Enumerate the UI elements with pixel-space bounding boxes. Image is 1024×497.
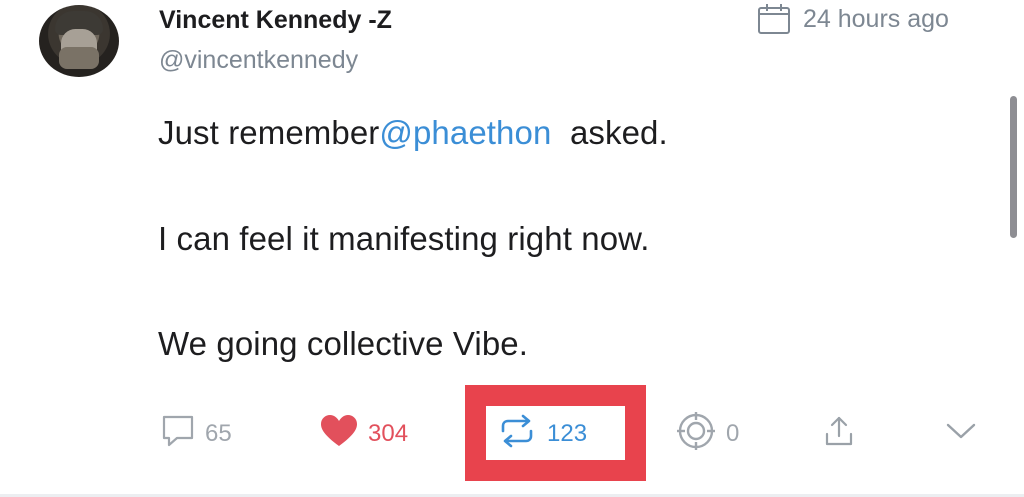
post-line-1: Just remember@phaethon asked. bbox=[158, 114, 668, 152]
heart-icon bbox=[320, 414, 358, 455]
avatar[interactable] bbox=[39, 5, 119, 77]
post-line-3: We going collective Vibe. bbox=[158, 325, 528, 362]
author-handle[interactable]: @vincentkennedy bbox=[159, 46, 358, 75]
mention-link[interactable]: @phaethon bbox=[379, 114, 551, 151]
like-button[interactable]: 304 bbox=[320, 414, 408, 454]
reply-button[interactable]: 65 bbox=[161, 414, 232, 454]
avatar-mask bbox=[59, 47, 99, 69]
timestamp: 24 hours ago bbox=[757, 3, 949, 35]
target-button[interactable]: 0 bbox=[676, 411, 740, 454]
scrollbar[interactable] bbox=[1010, 96, 1017, 238]
target-icon bbox=[676, 411, 716, 458]
post-line-2: I can feel it manifesting right now. bbox=[158, 220, 650, 257]
target-count: 0 bbox=[726, 420, 740, 447]
share-icon bbox=[823, 414, 855, 455]
post-line-1-prefix: Just remember bbox=[158, 114, 380, 151]
timestamp-text: 24 hours ago bbox=[803, 4, 949, 33]
calendar-icon bbox=[757, 3, 791, 35]
reply-icon bbox=[161, 414, 195, 455]
chevron-down-icon bbox=[945, 420, 977, 448]
reply-count: 65 bbox=[205, 420, 232, 447]
like-count: 304 bbox=[368, 420, 409, 447]
more-button[interactable] bbox=[945, 414, 977, 454]
author-name[interactable]: Vincent Kennedy -Z bbox=[159, 6, 392, 35]
highlight-box bbox=[465, 385, 646, 481]
post-line-1-suffix: asked. bbox=[551, 114, 668, 151]
share-button[interactable] bbox=[823, 414, 855, 454]
